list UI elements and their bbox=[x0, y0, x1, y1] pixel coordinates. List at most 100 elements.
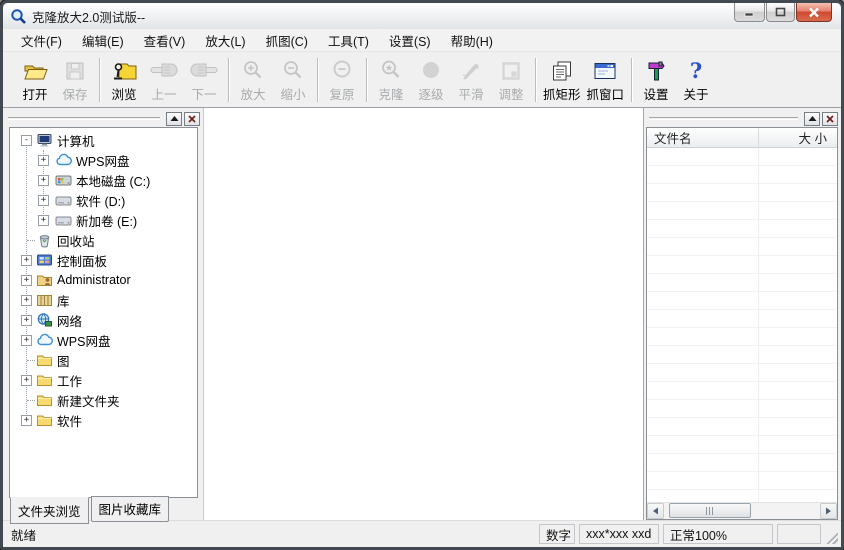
capture-rect-icon bbox=[550, 57, 574, 83]
about-button[interactable]: ? 关于 bbox=[676, 55, 716, 104]
tree-item[interactable]: + 本地磁盘 (C:) bbox=[10, 170, 197, 190]
panel-collapse-button[interactable] bbox=[166, 111, 182, 126]
zoom-out-icon bbox=[281, 57, 305, 83]
tree-item[interactable]: + 软件 (D:) bbox=[10, 190, 197, 210]
title-bar[interactable]: 克隆放大2.0测试版-- bbox=[3, 3, 841, 29]
menu-edit[interactable]: 编辑(E) bbox=[72, 28, 134, 53]
panel-collapse-button[interactable] bbox=[804, 111, 820, 126]
expand-toggle-icon[interactable]: + bbox=[38, 155, 49, 166]
tree-connector bbox=[27, 240, 35, 241]
clone-magnifier-icon bbox=[379, 57, 403, 83]
tree-item[interactable]: + 控制面板 bbox=[10, 250, 197, 270]
window-title: 克隆放大2.0测试版-- bbox=[32, 10, 146, 25]
expand-toggle-icon[interactable]: + bbox=[38, 195, 49, 206]
toolbar-button-label: 平滑 bbox=[458, 88, 484, 102]
tree-item[interactable]: 回收站 bbox=[10, 230, 197, 250]
toolbar-separator bbox=[366, 57, 367, 102]
collapse-toggle-icon[interactable]: - bbox=[21, 135, 32, 146]
tree-item[interactable]: - 计算机 bbox=[10, 130, 197, 150]
scrollbar-track[interactable] bbox=[664, 503, 820, 519]
tree-item-label: 图 bbox=[57, 354, 70, 369]
tree-item[interactable]: + 库 bbox=[10, 290, 197, 310]
scroll-left-arrow-icon[interactable] bbox=[647, 503, 664, 519]
expand-toggle-icon[interactable]: + bbox=[21, 375, 32, 386]
resize-grip[interactable] bbox=[825, 531, 838, 544]
menu-magnify[interactable]: 放大(L) bbox=[195, 28, 255, 53]
column-filename[interactable]: 文件名 bbox=[647, 128, 759, 147]
computer-icon bbox=[36, 132, 53, 148]
tree-item-label: 软件 bbox=[57, 414, 83, 429]
zoom-out-button: 缩小 bbox=[273, 55, 313, 104]
tree-item-label: 软件 (D:) bbox=[76, 194, 126, 209]
expand-toggle-icon[interactable]: + bbox=[21, 415, 32, 426]
capture-rect-button[interactable]: 抓矩形 bbox=[540, 55, 584, 104]
scroll-right-arrow-icon[interactable] bbox=[820, 503, 837, 519]
folder-panel-tabs: 文件夹浏览 图片收藏库 bbox=[3, 496, 203, 524]
expand-toggle-icon[interactable]: + bbox=[21, 255, 32, 266]
toolbar-button-label: 关于 bbox=[683, 88, 709, 102]
tree-item[interactable]: + 新加卷 (E:) bbox=[10, 210, 197, 230]
cloud-icon bbox=[36, 332, 53, 348]
library-icon bbox=[36, 292, 53, 308]
tree-item-label: 控制面板 bbox=[57, 254, 108, 269]
menu-file[interactable]: 文件(F) bbox=[11, 28, 72, 53]
menu-view[interactable]: 查看(V) bbox=[134, 28, 196, 53]
dimensions-pane: xxx*xxx xxd bbox=[579, 524, 659, 544]
browse-folder-icon bbox=[111, 57, 138, 83]
tree-item[interactable]: + WPS网盘 bbox=[10, 150, 197, 170]
menu-bar: 文件(F) 编辑(E) 查看(V) 放大(L) 抓图(C) 工具(T) 设置(S) 帮助(H) bbox=[3, 29, 841, 51]
tree-item-label: WPS网盘 bbox=[76, 154, 130, 169]
numeric-pane: 数字 bbox=[539, 524, 575, 544]
panel-close-button[interactable] bbox=[822, 111, 838, 126]
tab-folder-browse[interactable]: 文件夹浏览 bbox=[10, 497, 89, 524]
capture-window-button[interactable]: 抓窗口 bbox=[584, 55, 628, 104]
recycle-bin-icon bbox=[36, 232, 53, 248]
toolbar-button-label: 克隆 bbox=[378, 88, 404, 102]
panel-header-groove bbox=[8, 117, 160, 120]
tree-item-label: 计算机 bbox=[57, 134, 95, 149]
panel-close-button[interactable] bbox=[184, 111, 200, 126]
adjust-frame-icon bbox=[499, 57, 523, 83]
tree-item-label: WPS网盘 bbox=[57, 334, 111, 349]
expand-toggle-icon[interactable]: + bbox=[21, 335, 32, 346]
column-size[interactable]: 大 小 bbox=[759, 128, 837, 147]
tab-image-collection[interactable]: 图片收藏库 bbox=[90, 496, 170, 522]
maximize-button[interactable] bbox=[766, 3, 795, 22]
user-folder-icon bbox=[36, 272, 53, 288]
expand-toggle-icon[interactable]: + bbox=[38, 215, 49, 226]
open-button[interactable]: 打开 bbox=[15, 55, 55, 104]
tree-item[interactable]: + WPS网盘 bbox=[10, 330, 197, 350]
toolbar-separator bbox=[631, 57, 633, 102]
file-list: 文件名大 小 bbox=[646, 127, 838, 520]
expand-toggle-icon[interactable]: + bbox=[21, 275, 32, 286]
toolbar-button-label: 保存 bbox=[62, 88, 88, 102]
settings-button[interactable]: 设置 bbox=[636, 55, 676, 104]
tree-item[interactable]: + 工作 bbox=[10, 370, 197, 390]
tree-item[interactable]: 图 bbox=[10, 350, 197, 370]
minimize-button[interactable] bbox=[734, 3, 765, 22]
save-button: 保存 bbox=[55, 55, 95, 104]
settings-tools-icon bbox=[644, 57, 668, 83]
expand-toggle-icon[interactable]: + bbox=[21, 295, 32, 306]
toolbar-separator bbox=[317, 57, 318, 102]
scrollbar-thumb[interactable] bbox=[669, 503, 751, 518]
tree-item-label: 网络 bbox=[57, 314, 83, 329]
menu-settings[interactable]: 设置(S) bbox=[379, 28, 441, 53]
expand-toggle-icon[interactable]: + bbox=[21, 315, 32, 326]
menu-capture[interactable]: 抓图(C) bbox=[256, 28, 318, 53]
tree-item[interactable]: + 软件 bbox=[10, 410, 197, 430]
menu-help[interactable]: 帮助(H) bbox=[441, 28, 503, 53]
close-button[interactable] bbox=[796, 3, 832, 22]
tree-item[interactable]: 新建文件夹 bbox=[10, 390, 197, 410]
capture-window-icon bbox=[592, 57, 618, 83]
tree-item-label: 库 bbox=[57, 294, 70, 309]
browse-button[interactable]: 浏览 bbox=[104, 55, 144, 104]
tree-item[interactable]: + 网络 bbox=[10, 310, 197, 330]
folder-icon bbox=[36, 392, 53, 408]
menu-tools[interactable]: 工具(T) bbox=[318, 28, 379, 53]
expand-toggle-icon[interactable]: + bbox=[38, 175, 49, 186]
tree-item-label: 回收站 bbox=[57, 234, 95, 249]
file-list-body bbox=[647, 148, 837, 502]
tree-item[interactable]: + Administrator bbox=[10, 270, 197, 290]
main-area: - 计算机 + WPS网盘 + 本地磁盘 (C:) + 软件 (D:) + 新加卷 (E:) 回收站… bbox=[3, 108, 841, 524]
